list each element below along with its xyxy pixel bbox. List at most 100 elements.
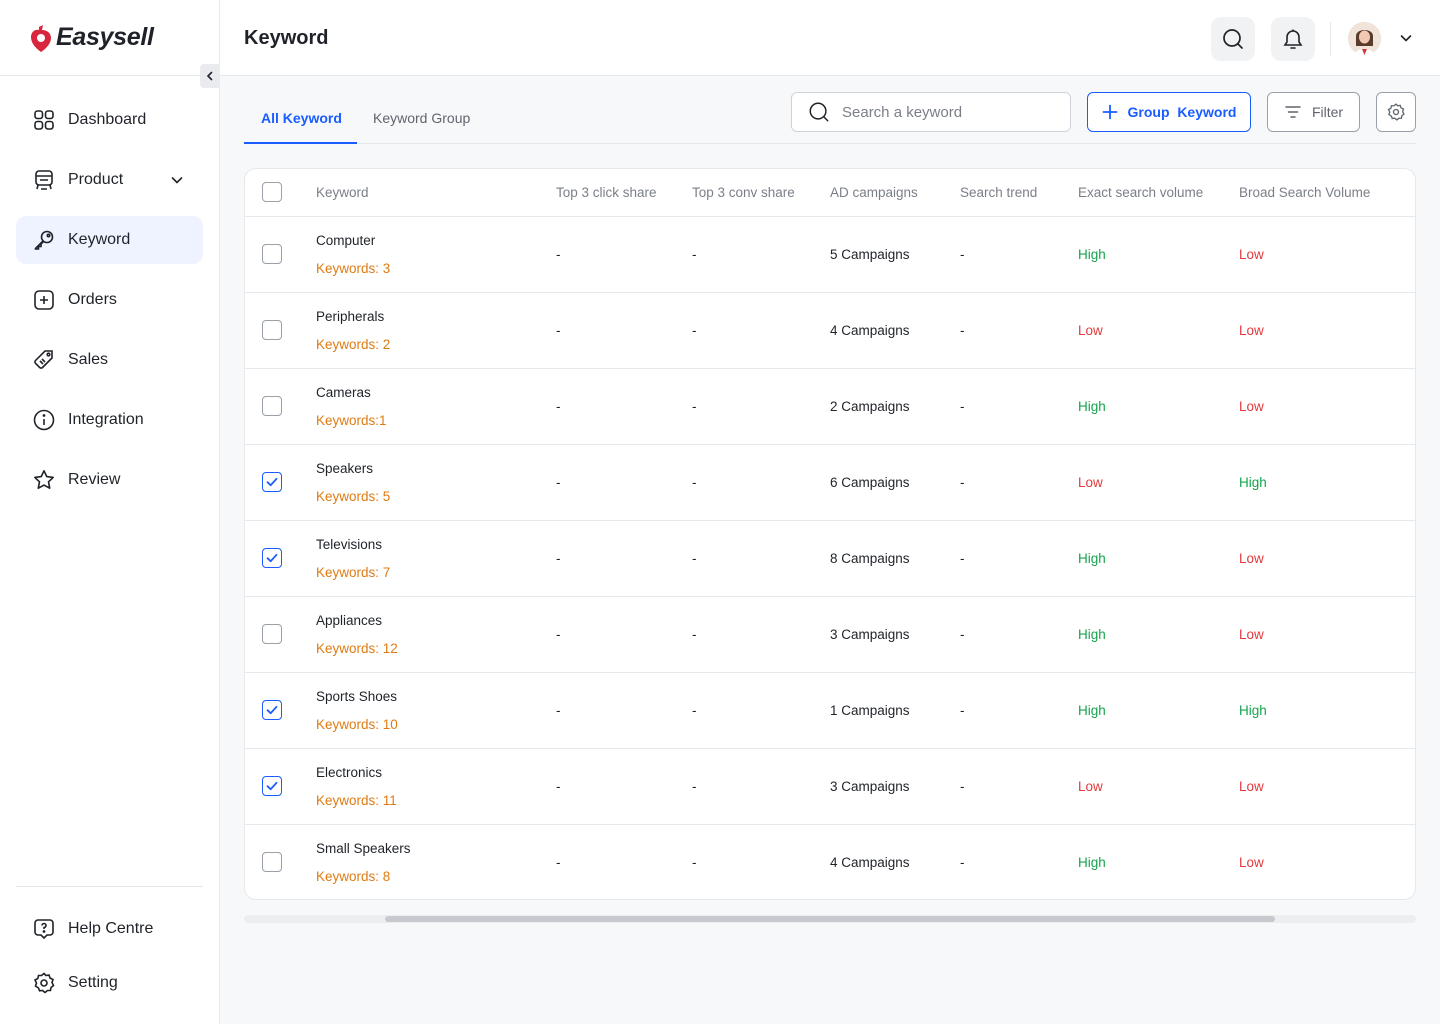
search-input[interactable] <box>842 103 1042 121</box>
table-row[interactable]: Peripherals Keywords: 2 - - 4 Campaigns - Low L… <box>245 293 1415 369</box>
exact-volume-cell: Low <box>1078 323 1103 338</box>
column-header-ad-campaigns[interactable]: AD campaigns <box>830 185 918 200</box>
click-share-cell: - <box>556 627 561 642</box>
click-share-cell: - <box>556 247 561 262</box>
sidebar-nav: Dashboard Product Keyword Orders Sales I… <box>0 76 219 504</box>
horizontal-scrollbar[interactable] <box>244 915 1416 923</box>
plus-square-icon <box>32 288 56 312</box>
filter-button[interactable]: Filter <box>1267 92 1360 132</box>
table-row[interactable]: Appliances Keywords: 12 - - 3 Campaigns - High… <box>245 597 1415 673</box>
keyword-count: Keywords: 5 <box>316 489 391 504</box>
column-header-keyword[interactable]: Keyword <box>316 185 369 200</box>
sidebar-item-orders[interactable]: Orders <box>16 276 203 324</box>
table-row[interactable]: Cameras Keywords:1 - - 2 Campaigns - High Low <box>245 369 1415 445</box>
keyword-count: Keywords: 7 <box>316 565 391 580</box>
keyword-name[interactable]: Appliances <box>316 613 382 628</box>
conv-share-cell: - <box>692 627 697 642</box>
product-icon <box>32 168 56 192</box>
sidebar-item-help-centre[interactable]: Help Centre <box>16 905 203 953</box>
column-header-broad-volume[interactable]: Broad Search Volume <box>1239 185 1370 200</box>
keyword-count: Keywords:1 <box>316 413 387 428</box>
sidebar-item-label: Setting <box>68 974 118 991</box>
sidebar-item-label: Help Centre <box>68 920 154 937</box>
row-checkbox[interactable] <box>262 776 282 796</box>
notifications-button[interactable] <box>1271 17 1315 61</box>
exact-volume-cell: High <box>1078 247 1106 262</box>
chevron-down-icon[interactable] <box>1398 30 1414 46</box>
info-icon <box>32 408 56 432</box>
campaigns-cell: 8 Campaigns <box>830 551 910 566</box>
campaigns-cell: 4 Campaigns <box>830 323 910 338</box>
keyword-name[interactable]: Electronics <box>316 765 382 780</box>
sidebar-item-keyword[interactable]: Keyword <box>16 216 203 264</box>
search-trend-cell: - <box>960 627 965 642</box>
column-header-click-share[interactable]: Top 3 click share <box>556 185 657 200</box>
sidebar-item-integration[interactable]: Integration <box>16 396 203 444</box>
column-header-exact-volume[interactable]: Exact search volume <box>1078 185 1203 200</box>
grid-icon <box>32 108 56 132</box>
active-tab-indicator <box>244 142 357 144</box>
column-header-search-trend[interactable]: Search trend <box>960 185 1037 200</box>
sidebar-bottom: Help Centre Setting <box>16 886 203 1013</box>
keyword-search[interactable] <box>791 92 1071 132</box>
search-trend-cell: - <box>960 323 965 338</box>
click-share-cell: - <box>556 855 561 870</box>
column-header-conv-share[interactable]: Top 3 conv share <box>692 185 795 200</box>
sidebar-item-review[interactable]: Review <box>16 456 203 504</box>
header-search-button[interactable] <box>1211 17 1255 61</box>
keyword-name[interactable]: Peripherals <box>316 309 384 324</box>
scrollbar-thumb[interactable] <box>385 916 1275 922</box>
keyword-name[interactable]: Sports Shoes <box>316 689 397 704</box>
group-keyword-label: Group Keyword <box>1127 104 1237 120</box>
row-checkbox[interactable] <box>262 852 282 872</box>
sidebar-item-dashboard[interactable]: Dashboard <box>16 96 203 144</box>
tab-keyword-group[interactable]: Keyword Group <box>373 110 470 126</box>
sidebar-collapse-button[interactable] <box>200 64 220 88</box>
top-header: Keyword <box>220 0 1440 76</box>
keyword-name[interactable]: Small Speakers <box>316 841 411 856</box>
campaigns-cell: 5 Campaigns <box>830 247 910 262</box>
table-row[interactable]: Electronics Keywords: 11 - - 3 Campaigns - Low… <box>245 749 1415 825</box>
keyword-name[interactable]: Computer <box>316 233 375 248</box>
sidebar: Easysell Dashboard Product Keyword Order… <box>0 0 220 1024</box>
keyword-name[interactable]: Speakers <box>316 461 373 476</box>
select-all-checkbox[interactable] <box>262 182 282 202</box>
exact-volume-cell: High <box>1078 703 1106 718</box>
chevron-down-icon <box>171 177 183 184</box>
search-trend-cell: - <box>960 475 965 490</box>
table-row[interactable]: Small Speakers Keywords: 8 - - 4 Campaigns - H… <box>245 825 1415 899</box>
broad-volume-cell: Low <box>1239 855 1264 870</box>
row-checkbox[interactable] <box>262 700 282 720</box>
row-checkbox[interactable] <box>262 320 282 340</box>
row-checkbox[interactable] <box>262 548 282 568</box>
keyword-count: Keywords: 2 <box>316 337 391 352</box>
table-row[interactable]: Computer Keywords: 3 - - 5 Campaigns - High Low <box>245 217 1415 293</box>
sidebar-item-product[interactable]: Product <box>16 156 203 204</box>
sidebar-item-setting[interactable]: Setting <box>16 959 203 1007</box>
avatar[interactable] <box>1348 22 1381 55</box>
table-row[interactable]: Sports Shoes Keywords: 10 - - 1 Campaigns - Hi… <box>245 673 1415 749</box>
campaigns-cell: 1 Campaigns <box>830 703 910 718</box>
plus-icon <box>1102 104 1117 120</box>
sidebar-item-sales[interactable]: Sales <box>16 336 203 384</box>
table-row[interactable]: Televisions Keywords: 7 - - 8 Campaigns - High… <box>245 521 1415 597</box>
row-checkbox[interactable] <box>262 624 282 644</box>
tab-all-keyword[interactable]: All Keyword <box>261 110 342 126</box>
campaigns-cell: 2 Campaigns <box>830 399 910 414</box>
campaigns-cell: 3 Campaigns <box>830 627 910 642</box>
keyword-count: Keywords: 3 <box>316 261 391 276</box>
keyword-name[interactable]: Cameras <box>316 385 371 400</box>
click-share-cell: - <box>556 551 561 566</box>
row-checkbox[interactable] <box>262 244 282 264</box>
keyword-name[interactable]: Televisions <box>316 537 382 552</box>
row-checkbox[interactable] <box>262 396 282 416</box>
search-trend-cell: - <box>960 703 965 718</box>
group-keyword-button[interactable]: Group Keyword <box>1087 92 1251 132</box>
table-row[interactable]: Speakers Keywords: 5 - - 6 Campaigns - Low High <box>245 445 1415 521</box>
row-checkbox[interactable] <box>262 472 282 492</box>
search-icon <box>1223 29 1243 49</box>
table-settings-button[interactable] <box>1376 92 1416 132</box>
conv-share-cell: - <box>692 323 697 338</box>
table-body: Computer Keywords: 3 - - 5 Campaigns - High Low… <box>245 217 1415 899</box>
search-icon <box>809 102 829 122</box>
